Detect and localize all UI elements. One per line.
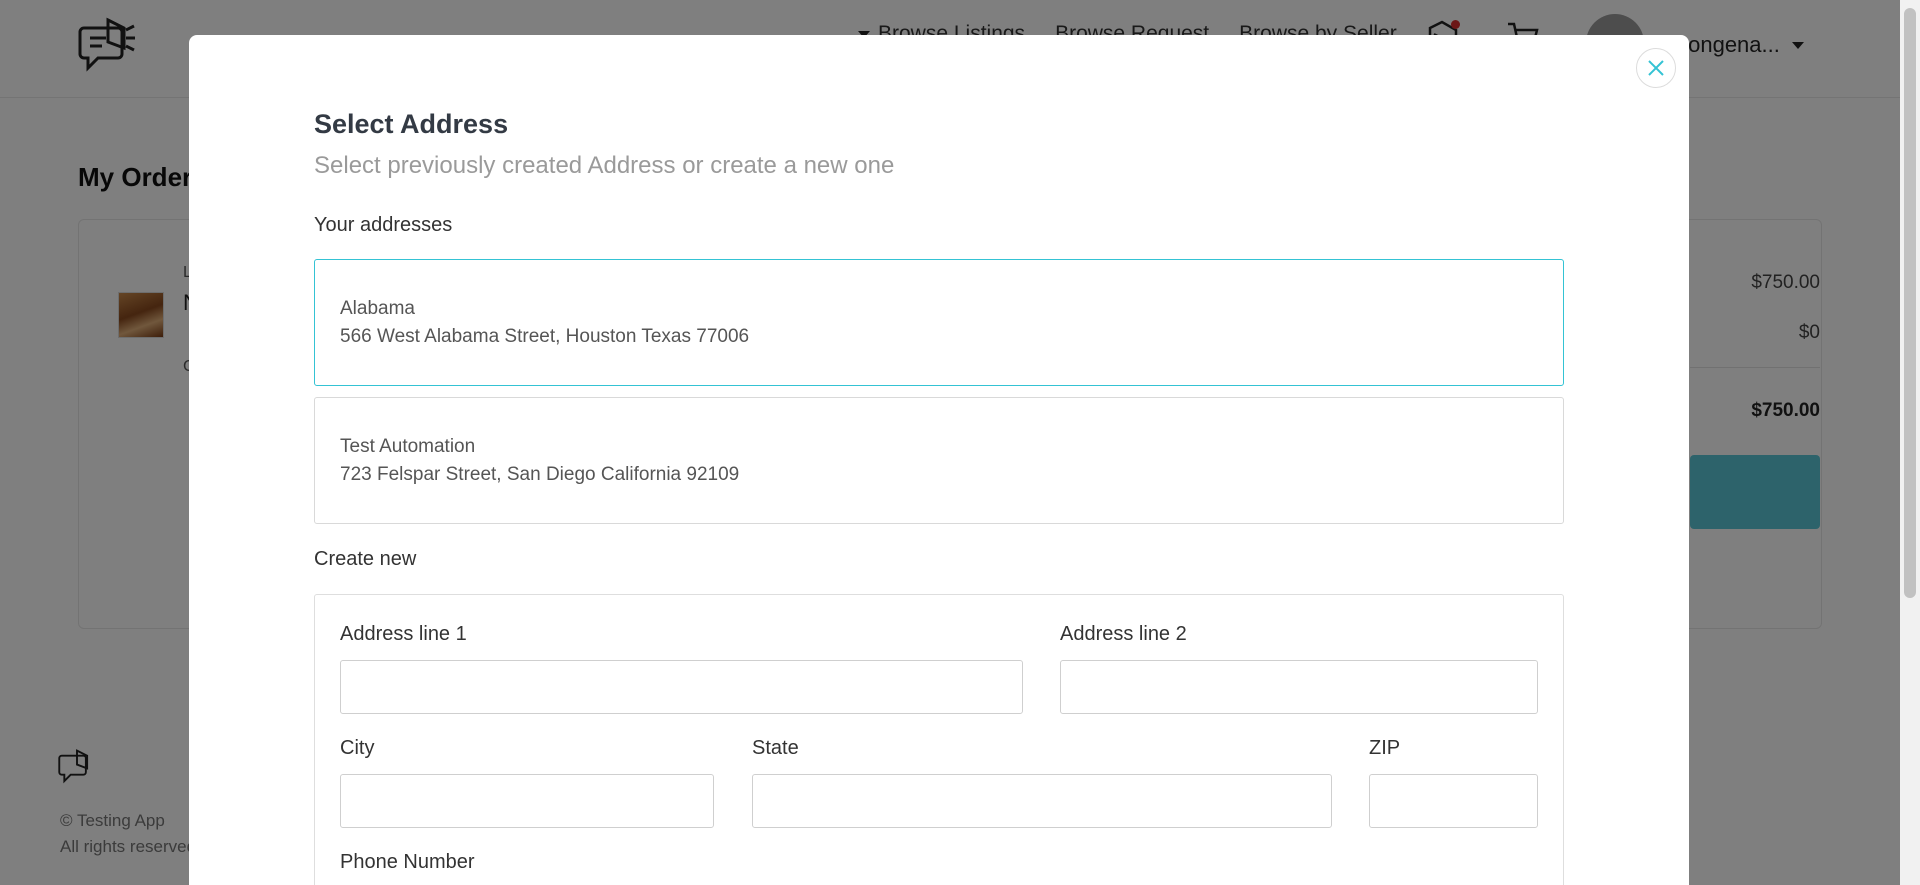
close-modal-button[interactable]: [1636, 48, 1676, 88]
scrollbar-thumb[interactable]: [1904, 8, 1916, 598]
zip-input[interactable]: [1369, 774, 1538, 828]
zip-label: ZIP: [1369, 737, 1401, 759]
address-option-test-automation[interactable]: Test Automation 723 Felspar Street, San …: [314, 397, 1564, 524]
address-name: Test Automation: [340, 436, 476, 457]
modal-title: Select Address: [314, 109, 509, 139]
address-line: 566 West Alabama Street, Houston Texas 7…: [340, 326, 750, 347]
address-option-alabama[interactable]: Alabama 566 West Alabama Street, Houston…: [314, 259, 1564, 386]
address-line-1-label: Address line 1: [340, 623, 467, 645]
state-label: State: [752, 737, 799, 759]
create-new-label: Create new: [314, 548, 417, 570]
city-label: City: [340, 737, 375, 759]
address-line-2-label: Address line 2: [1060, 623, 1187, 645]
modal-subtitle: Select previously created Address or cre…: [314, 152, 895, 179]
close-icon: [1648, 60, 1664, 76]
your-addresses-label: Your addresses: [314, 214, 453, 236]
address-line-2-input[interactable]: [1060, 660, 1538, 714]
state-input[interactable]: [752, 774, 1332, 828]
address-name: Alabama: [340, 298, 415, 319]
address-line-1-input[interactable]: [340, 660, 1023, 714]
address-line: 723 Felspar Street, San Diego California…: [340, 464, 740, 485]
phone-number-label: Phone Number: [340, 851, 475, 873]
city-input[interactable]: [340, 774, 714, 828]
